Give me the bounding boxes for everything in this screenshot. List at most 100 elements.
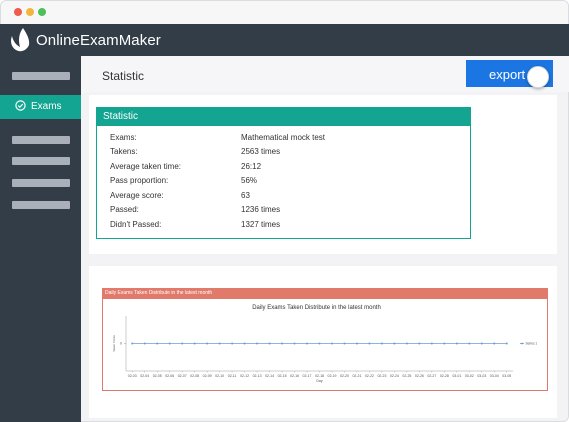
sidebar-item-placeholder[interactable]: [12, 179, 70, 187]
data-point: [181, 342, 184, 345]
x-tick-label: 02-18: [315, 374, 324, 378]
x-tick-label: 02-21: [352, 374, 361, 378]
data-point: [168, 342, 171, 345]
data-point: [368, 342, 371, 345]
data-point: [455, 342, 458, 345]
stat-value-passed: 1236 times: [241, 205, 281, 214]
x-tick-label: 02-26: [415, 374, 424, 378]
sidebar-item-placeholder[interactable]: [12, 136, 70, 144]
cursor-indicator: [527, 66, 549, 88]
stat-value-pass-proportion: 56%: [241, 176, 258, 185]
x-tick-label: 02-23: [377, 374, 386, 378]
stat-label-exams: Exams:: [110, 133, 137, 142]
x-tick-label: 03-05: [502, 374, 511, 378]
legend-marker: [521, 342, 523, 345]
data-point: [430, 342, 433, 345]
data-point: [143, 342, 146, 345]
data-point: [218, 342, 221, 345]
maximize-window-dot[interactable]: [38, 8, 46, 16]
stat-label-passed: Passed:: [110, 205, 139, 214]
statistic-panel-header: [96, 107, 471, 126]
window-titlebar: [1, 1, 568, 25]
stat-label-takens: Takens:: [110, 147, 138, 156]
data-point: [355, 342, 358, 345]
data-point: [131, 342, 134, 345]
x-tick-label: 02-17: [303, 374, 312, 378]
x-tick-label: 02-24: [390, 374, 399, 378]
data-point: [505, 342, 508, 345]
data-point: [443, 342, 446, 345]
x-tick-label: 03-02: [465, 374, 474, 378]
stat-value-average-score: 63: [241, 191, 250, 200]
data-point: [306, 342, 309, 345]
page-title: Statistic: [102, 69, 145, 83]
data-point: [393, 342, 396, 345]
x-tick-label: 02-11: [228, 374, 237, 378]
sidebar-item-placeholder[interactable]: [12, 72, 70, 80]
y-tick-label: 0: [120, 342, 122, 346]
x-axis-label: Day: [316, 379, 322, 383]
stat-label-average-time: Average taken time:: [110, 162, 182, 171]
app-title[interactable]: OnlineExamMaker: [36, 32, 161, 49]
x-tick-label: 02-03: [128, 374, 137, 378]
stat-value-exams: Mathematical mock test: [241, 133, 326, 142]
x-tick-label: 02-05: [153, 374, 162, 378]
sidebar-item-placeholder[interactable]: [12, 157, 70, 165]
data-point: [193, 342, 196, 345]
sidebar-item-exams-label: Exams: [31, 101, 62, 112]
x-tick-label: 02-04: [140, 374, 149, 378]
x-tick-label: 03-01: [452, 374, 461, 378]
y-axis-label: Taken Times: [112, 335, 116, 352]
data-point: [281, 342, 284, 345]
x-tick-label: 02-16: [290, 374, 299, 378]
data-point: [318, 342, 321, 345]
stat-value-takens: 2563 times: [241, 147, 281, 156]
close-window-dot[interactable]: [14, 8, 22, 16]
data-point: [343, 342, 346, 345]
online-exam-maker-logo-icon: [11, 28, 30, 52]
x-tick-label: 02-27: [427, 374, 436, 378]
data-point: [468, 342, 471, 345]
data-point: [206, 342, 209, 345]
x-tick-label: 02-10: [215, 374, 224, 378]
data-point: [480, 342, 483, 345]
x-tick-label: 02-08: [190, 374, 199, 378]
data-point: [405, 342, 408, 345]
daily-exams-chart: 0 Taken Times Day 02-03 02-04 02-05 02-06 02-07…: [112, 316, 538, 383]
data-point: [380, 342, 383, 345]
x-tick-label: 02-28: [440, 374, 449, 378]
stat-value-didnt-passed: 1327 times: [241, 220, 281, 229]
x-tick-label: 02-14: [265, 374, 274, 378]
stat-label-pass-proportion: Pass proportion:: [110, 176, 169, 185]
x-tick-label: 02-20: [340, 374, 349, 378]
data-point: [243, 342, 246, 345]
stat-value-average-time: 26:12: [241, 162, 262, 171]
x-tick-label: 02-25: [402, 374, 411, 378]
chart-panel-title: Daily Exams Taken Distribute in the late…: [105, 290, 213, 296]
stat-label-didnt-passed: Didn't Passed:: [110, 220, 162, 229]
data-point: [330, 342, 333, 345]
x-tick-label: 02-19: [328, 374, 337, 378]
sidebar-item-placeholder[interactable]: [12, 201, 70, 209]
stat-label-average-score: Average score:: [110, 191, 164, 200]
x-tick-label: 02-15: [278, 374, 287, 378]
data-point: [231, 342, 234, 345]
x-tick-label: 03-03: [477, 374, 486, 378]
data-point: [156, 342, 159, 345]
data-point: [418, 342, 421, 345]
minimize-window-dot[interactable]: [26, 8, 34, 16]
data-point: [293, 342, 296, 345]
statistic-panel-title: Statistic: [103, 111, 139, 122]
x-tick-label: 03-04: [490, 374, 499, 378]
legend-label: Series 1: [526, 342, 538, 346]
x-tick-label: 02-13: [253, 374, 262, 378]
x-tick-label: 02-09: [203, 374, 212, 378]
x-tick-label: 02-06: [165, 374, 174, 378]
data-point: [268, 342, 271, 345]
x-tick-label: 02-22: [365, 374, 374, 378]
check-circle-icon: [15, 100, 26, 111]
data-point: [256, 342, 259, 345]
export-button-label: export: [489, 67, 526, 82]
data-point: [493, 342, 496, 345]
x-tick-label: 02-07: [178, 374, 187, 378]
